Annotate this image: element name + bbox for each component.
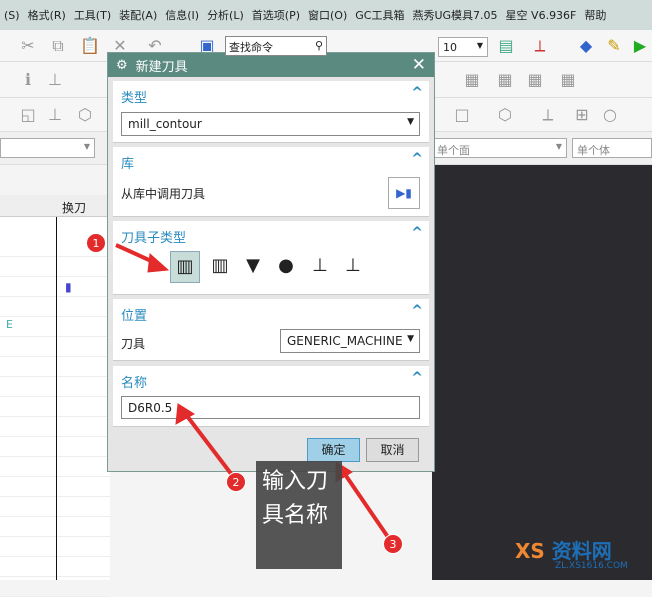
step-badge-1: 1 [86,233,106,253]
search-icon: ⚲ [314,39,323,52]
arrow-3 [340,468,392,542]
table-row[interactable] [0,577,110,597]
step-badge-3: 3 [383,534,403,554]
step-badge-2: 2 [226,472,246,492]
arrow-1-head [147,252,170,273]
watermark-url: ZL.XS1616.COM [555,561,628,571]
watermark-title: 资料网 [551,539,612,563]
annotation-tooltip: 输入刀具名称 [256,461,342,569]
arrow-2 [182,410,234,477]
command-search-input[interactable]: 查找命令 ⚲ [225,36,327,56]
watermark-logo: XS 资料网 [515,539,612,563]
search-placeholder: 查找命令 [229,41,273,54]
